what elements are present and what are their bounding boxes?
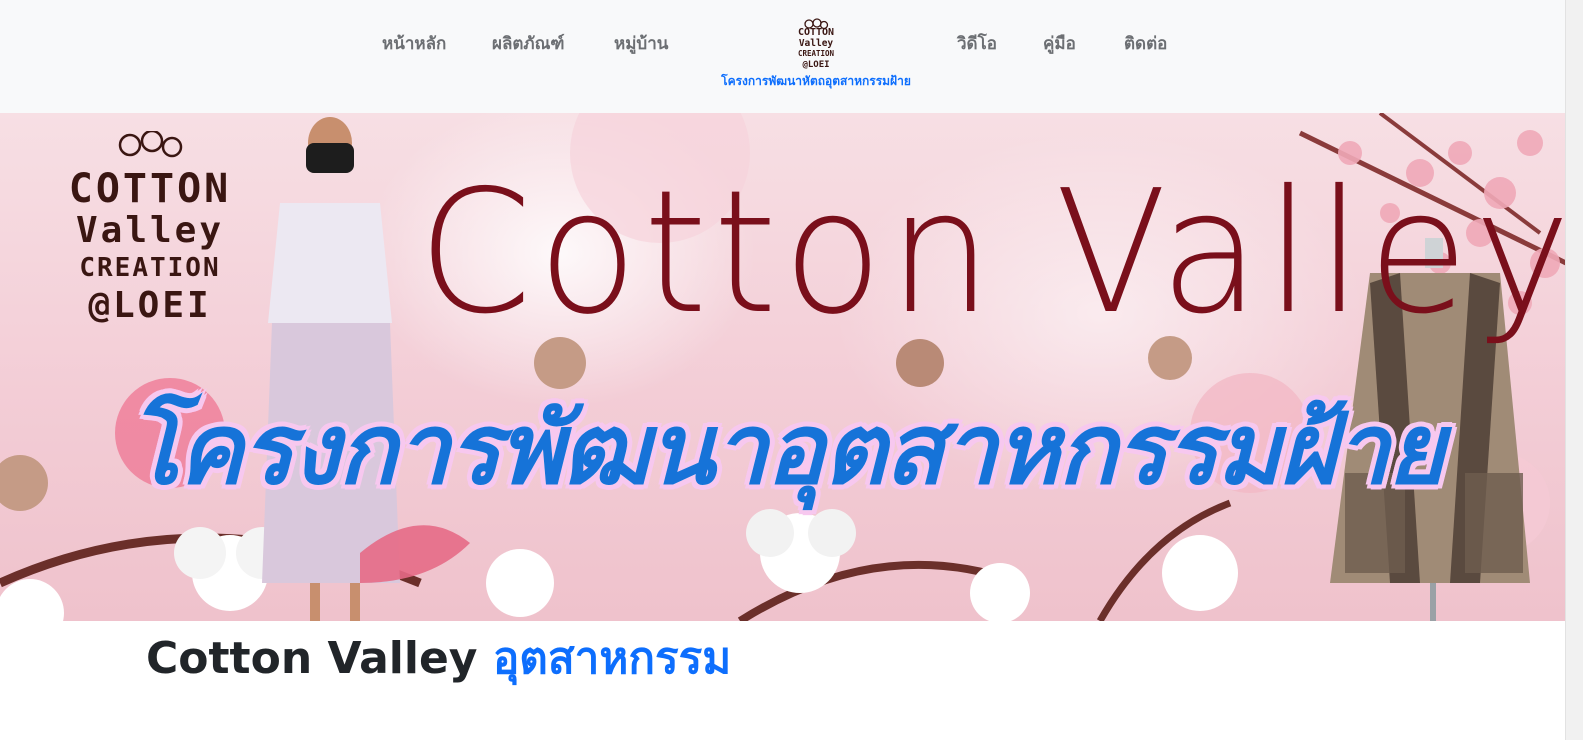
hero-banner: COTTON Valley CREATION @LOEI Cotton Vall… [0, 113, 1566, 621]
vertical-scrollbar[interactable] [1565, 0, 1583, 740]
hero-title: Cotton Valley [418, 154, 1566, 352]
page-heading-main: Cotton Valley [146, 633, 478, 684]
brand-link[interactable]: COTTON Valley CREATION @LOEI โครงการพัฒน… [718, 18, 914, 91]
top-navbar: หน้าหลัก ผลิตภัณฑ์ หมู่บ้าน COTTON Valle… [0, 0, 1566, 113]
hero-cotton-valley-logo: COTTON Valley CREATION @LOEI [54, 131, 246, 341]
nav-manual[interactable]: คู่มือ [1043, 30, 1076, 57]
hero-logo-line1: COTTON [68, 166, 232, 212]
hero-logo-line3: CREATION [79, 253, 221, 283]
nav-video[interactable]: วิดีโอ [957, 30, 997, 57]
brand-logo-line1: COTTON [798, 27, 834, 38]
nav-products[interactable]: ผลิตภัณฑ์ [492, 30, 565, 57]
cotton-tree-icon [118, 131, 183, 158]
hero-logo-line2: Valley [75, 210, 225, 251]
brand-logo-line3: CREATION [798, 49, 835, 58]
page-heading-accent: อุตสาหกรรม [492, 633, 732, 684]
brand-caption: โครงการพัฒนาหัตถอุตสาหกรรมฝ้าย [721, 74, 911, 88]
brand-logo-line2: Valley [799, 38, 834, 49]
nav-home[interactable]: หน้าหลัก [382, 30, 446, 57]
hero-logo-line4: @LOEI [88, 285, 212, 326]
page-heading: Cotton Valley อุตสาหกรรม [146, 632, 731, 686]
nav-villages[interactable]: หมู่บ้าน [614, 30, 668, 57]
nav-contact[interactable]: ติดต่อ [1124, 30, 1167, 57]
hero-thai-subtitle: โครงการพัฒนาอุตสาหกรรมฝ้าย [127, 392, 1445, 507]
brand-logo: COTTON Valley CREATION @LOEI [798, 18, 835, 70]
brand-logo-line4: @LOEI [802, 60, 829, 70]
